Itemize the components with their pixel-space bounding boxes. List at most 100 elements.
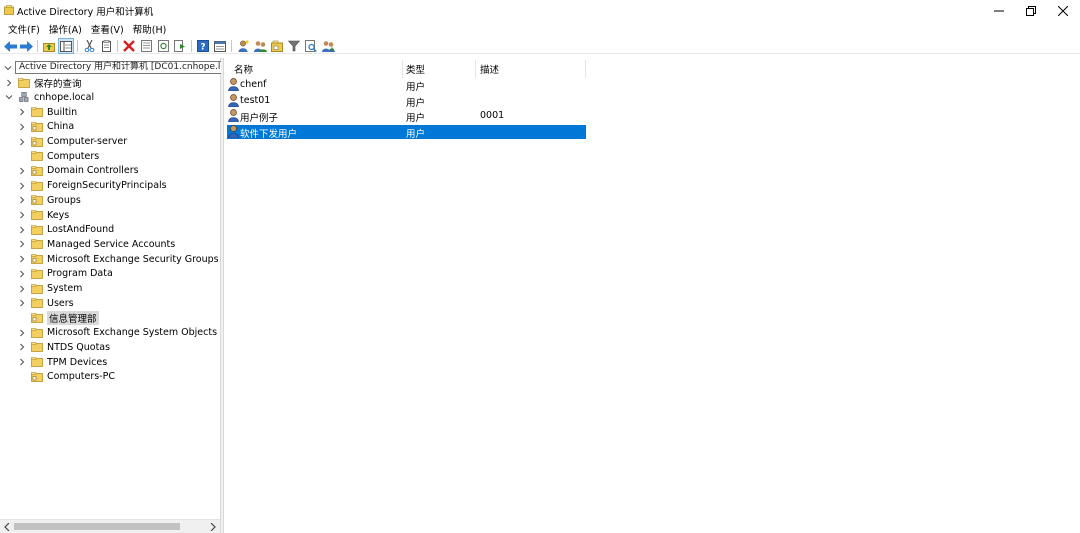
tree-item-13[interactable]: Users xyxy=(31,296,74,310)
chevron-right-icon[interactable] xyxy=(18,108,26,116)
scroll-right-button[interactable] xyxy=(206,520,220,533)
tree-horizontal-scrollbar[interactable] xyxy=(0,519,220,533)
delete-button[interactable] xyxy=(122,39,136,53)
view-button[interactable] xyxy=(213,39,227,53)
tree-item-3[interactable]: Computers xyxy=(31,149,99,163)
menu-file[interactable]: 文件(F) xyxy=(4,22,45,36)
chevron-right-icon[interactable] xyxy=(18,343,26,351)
copy-button[interactable] xyxy=(99,39,113,53)
close-icon xyxy=(1058,5,1068,16)
up-one-level-button[interactable] xyxy=(42,39,56,53)
new-ou-button[interactable] xyxy=(270,39,284,53)
forward-button[interactable] xyxy=(19,39,33,53)
add-to-group-button[interactable] xyxy=(321,39,335,53)
tree-item-label: Managed Service Accounts xyxy=(47,238,176,250)
chevron-down-icon[interactable] xyxy=(4,64,12,72)
chevron-right-icon[interactable] xyxy=(18,255,26,263)
chevron-right-icon[interactable] xyxy=(18,329,26,337)
chevron-right-icon[interactable] xyxy=(18,358,26,366)
tree-item-saved-queries[interactable]: 保存的查询 xyxy=(18,76,82,90)
tree-item-2[interactable]: Computer-server xyxy=(31,135,127,149)
chevron-right-icon[interactable] xyxy=(18,123,26,131)
export-list-button[interactable] xyxy=(173,39,187,53)
chevron-down-icon[interactable] xyxy=(5,93,13,101)
window-title: Active Directory 用户和计算机 xyxy=(17,7,154,18)
find-button[interactable] xyxy=(304,39,318,53)
show-hide-tree-button[interactable] xyxy=(58,38,74,54)
ou-folder-icon xyxy=(31,166,43,176)
chevron-right-icon[interactable] xyxy=(18,211,26,219)
help-button[interactable]: ? xyxy=(196,39,210,53)
close-button[interactable] xyxy=(1046,0,1080,21)
folder-app-icon xyxy=(4,5,14,15)
tree-item-domain[interactable]: cnhope.local xyxy=(18,90,94,104)
list-pane[interactable]: 名称 类型 描述 chenf 用户 test01 用户 用户例子 用户 0001 软件下发用户… xyxy=(224,58,1080,533)
tree-item-0[interactable]: Builtin xyxy=(31,105,77,119)
tree-item-label: System xyxy=(47,283,83,294)
restore-button[interactable] xyxy=(1014,0,1048,21)
tree-item-5[interactable]: ForeignSecurityPrincipals xyxy=(31,179,167,193)
cell-type: 用户 xyxy=(406,82,426,93)
tree-pane[interactable]: 保存的查询 cnhope.local Builtin China Computer-se… xyxy=(0,58,221,533)
column-separator[interactable] xyxy=(475,60,476,78)
tree-item-12[interactable]: System xyxy=(31,282,82,296)
back-button[interactable] xyxy=(3,39,17,53)
chevron-right-icon[interactable] xyxy=(18,138,26,146)
column-header-type[interactable]: 类型 xyxy=(406,62,425,76)
menu-action[interactable]: 操作(A) xyxy=(45,22,87,36)
list-row[interactable]: 软件下发用户 用户 xyxy=(227,124,586,140)
tree-item-1[interactable]: China xyxy=(31,120,74,134)
menu-help[interactable]: 帮助(H) xyxy=(129,22,172,36)
column-separator[interactable] xyxy=(402,60,403,78)
tree-item-7[interactable]: Keys xyxy=(31,208,69,222)
new-user-button[interactable] xyxy=(236,39,250,53)
tree-item-17[interactable]: TPM Devices xyxy=(31,355,107,369)
tree-item-9[interactable]: Managed Service Accounts xyxy=(31,237,175,251)
column-header-name[interactable]: 名称 xyxy=(234,62,253,76)
refresh-button[interactable] xyxy=(156,39,170,53)
tree-item-label: TPM Devices xyxy=(47,356,108,368)
user-icon xyxy=(228,93,239,107)
tree-item-label: Microsoft Exchange System Objects xyxy=(47,327,218,339)
column-separator[interactable] xyxy=(585,60,586,78)
ou-folder-icon xyxy=(31,136,43,147)
chevron-right-icon[interactable] xyxy=(18,226,26,234)
add-to-group-icon xyxy=(321,41,335,52)
tree-item-10[interactable]: Microsoft Exchange Security Groups xyxy=(31,252,219,266)
chevron-right-icon[interactable] xyxy=(18,299,26,307)
tree-item-11[interactable]: Program Data xyxy=(31,267,113,281)
export-icon xyxy=(174,40,185,52)
tree-item-14[interactable]: 信息管理部 xyxy=(31,310,99,325)
cut-button[interactable] xyxy=(82,39,96,53)
scrollbar-thumb[interactable] xyxy=(14,523,180,530)
chevron-right-icon[interactable] xyxy=(18,285,26,293)
menu-view[interactable]: 查看(V) xyxy=(87,22,129,36)
folder-icon xyxy=(31,210,43,220)
tree-item-6[interactable]: Groups xyxy=(31,193,81,207)
minimize-button[interactable] xyxy=(982,0,1016,21)
filter-button[interactable] xyxy=(287,39,301,53)
list-row[interactable]: chenf 用户 xyxy=(227,78,586,93)
tree-item-15[interactable]: Microsoft Exchange System Objects xyxy=(31,326,217,340)
back-icon xyxy=(3,40,17,52)
scroll-left-button[interactable] xyxy=(0,520,14,533)
chevron-right-icon[interactable] xyxy=(18,196,26,204)
user-icon xyxy=(228,78,239,91)
list-row[interactable]: test01 用户 xyxy=(227,93,586,109)
cell-type: 用户 xyxy=(406,113,426,124)
tree-item-16[interactable]: NTDS Quotas xyxy=(31,340,110,354)
chevron-right-icon[interactable] xyxy=(18,182,26,190)
list-row[interactable]: 用户例子 用户 0001 xyxy=(227,109,586,124)
tree-item-18[interactable]: Computers-PC xyxy=(31,370,115,384)
properties-button[interactable] xyxy=(139,39,153,53)
tree-item-8[interactable]: LostAndFound xyxy=(31,223,114,237)
new-group-button[interactable] xyxy=(253,39,267,53)
tree-item-4[interactable]: Domain Controllers xyxy=(31,164,139,178)
tree-item-label: ForeignSecurityPrincipals xyxy=(47,180,167,192)
chevron-right-icon[interactable] xyxy=(18,240,26,248)
chevron-right-icon[interactable] xyxy=(18,167,26,175)
chevron-right-icon[interactable] xyxy=(5,79,13,87)
column-header-description[interactable]: 描述 xyxy=(480,62,499,76)
chevron-right-icon[interactable] xyxy=(18,270,26,278)
tree-item-label: Microsoft Exchange Security Groups xyxy=(47,253,219,265)
